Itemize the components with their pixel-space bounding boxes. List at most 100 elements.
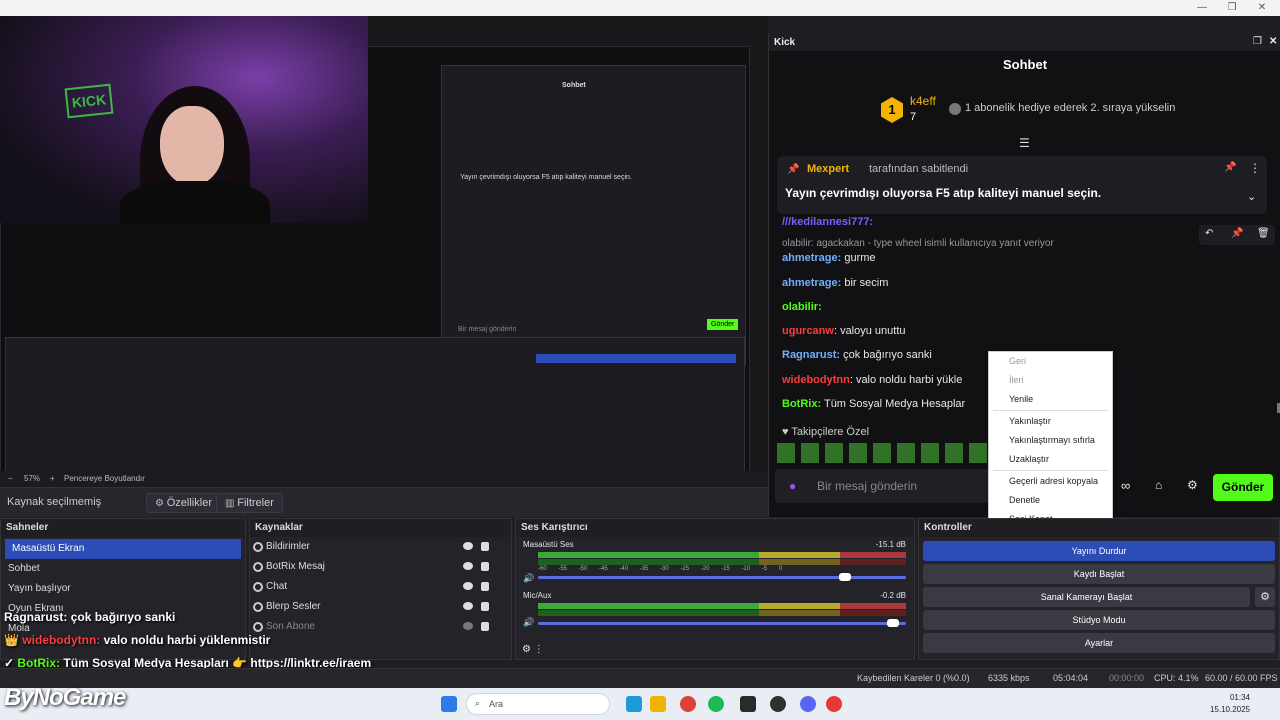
restore-button[interactable]: ❐: [1221, 1, 1243, 15]
record-app-icon[interactable]: [826, 696, 842, 712]
more-icon[interactable]: ⋮: [1249, 161, 1261, 175]
obs-icon[interactable]: [770, 696, 786, 712]
settings-button[interactable]: Ayarlar: [923, 633, 1275, 653]
speaker-icon[interactable]: 🔊: [523, 617, 534, 628]
streamer-body: [120, 181, 270, 223]
filter-icon[interactable]: ☰: [1019, 136, 1030, 150]
close-button[interactable]: ✕: [1251, 1, 1273, 15]
volume-knob[interactable]: [886, 619, 899, 627]
start-recording-button[interactable]: Kaydı Başlat: [923, 564, 1275, 584]
scene-item[interactable]: Yayın başlıyor: [1, 579, 245, 599]
dock-float-icon[interactable]: ❐: [1253, 36, 1262, 47]
chat-title: Sohbet: [1002, 57, 1048, 72]
app-icon[interactable]: [740, 696, 756, 712]
pin-icon: 📌: [787, 164, 800, 175]
unpin-icon[interactable]: 📌: [1224, 162, 1236, 173]
bitrate: 6335 kbps: [988, 673, 1030, 683]
pin-message-icon[interactable]: 📌: [1231, 228, 1243, 239]
clock-date: 15.10.2025: [1209, 705, 1250, 714]
message-actions: ↶ 📌 🗑: [1199, 225, 1275, 245]
fit-window-label[interactable]: Pencereye Boyutlandır: [64, 474, 145, 483]
eye-icon[interactable]: [463, 542, 473, 550]
ctx-forward[interactable]: İleri: [989, 371, 1112, 390]
ctx-zoom-out[interactable]: Uzaklaştır: [989, 450, 1112, 469]
overlay-chat-line: Ragnarust: çok bağırıyo sanki: [4, 610, 176, 624]
source-label: Bildirimler: [266, 541, 310, 552]
pinned-by-suffix: tarafından sabitlendi: [869, 163, 969, 175]
mic-icon[interactable]: ●: [789, 479, 796, 493]
lock-icon[interactable]: [481, 602, 489, 611]
chrome-icon[interactable]: [680, 696, 696, 712]
ctx-zoom-reset[interactable]: Yakınlaştırmayı sıfırla: [989, 431, 1112, 450]
ctx-inspect[interactable]: Denetle: [989, 491, 1112, 510]
nested-obs-docks: [5, 337, 745, 477]
controls-dock: Kontroller Yayını Durdur Kaydı Başlat Sa…: [918, 518, 1280, 660]
scenes-title: Sahneler: [1, 519, 245, 537]
edge-icon[interactable]: [626, 696, 642, 712]
ctx-zoom-in[interactable]: Yakınlaştır: [989, 412, 1112, 431]
reply-context: olabilir: agackakan - type wheel isimli …: [782, 238, 1054, 249]
lock-icon[interactable]: [481, 622, 489, 631]
chat-message: ///kedilannesi777:: [782, 216, 874, 228]
spotify-icon[interactable]: [708, 696, 724, 712]
overlay-chat-line: 👑 widebodytnn: valo noldu harbi yüklenmi…: [4, 633, 271, 647]
source-item[interactable]: BotRix Mesaj: [250, 557, 511, 577]
chat-message: ahmetrage: bir secim: [782, 277, 889, 289]
virtual-camera-settings-icon[interactable]: ⚙: [1255, 587, 1275, 607]
taskbar-search[interactable]: ⌕ Ara: [466, 693, 610, 715]
ctx-back[interactable]: Geri: [989, 352, 1112, 371]
explorer-icon[interactable]: [650, 696, 666, 712]
clock[interactable]: 01:34 15.10.2025: [1210, 692, 1250, 716]
delete-icon[interactable]: 🗑: [1257, 228, 1270, 239]
zoom-minus[interactable]: −: [8, 474, 13, 483]
eye-hidden-icon[interactable]: [463, 622, 473, 630]
mixer-settings-icon[interactable]: ⚙ ⋮: [522, 644, 544, 655]
source-item[interactable]: Son Abone: [250, 617, 511, 637]
preview-canvas[interactable]: Sohbet Yayın çevrimdışı oluyorsa F5 atıp…: [0, 16, 768, 486]
ctx-copy-url[interactable]: Geçerli adresi kopyala: [989, 472, 1112, 491]
ctx-reload[interactable]: Yenile: [989, 390, 1112, 409]
volume-slider[interactable]: [538, 619, 906, 627]
fps: 60.00 / 60.00 FPS: [1205, 673, 1278, 683]
scene-item[interactable]: Masaüstü Ekran: [5, 539, 241, 559]
lock-icon[interactable]: [481, 542, 489, 551]
send-button[interactable]: Gönder: [1213, 474, 1273, 501]
source-label: Blerp Sesler: [266, 601, 321, 612]
properties-button[interactable]: ⚙ Özellikler: [146, 493, 221, 513]
settings-icon[interactable]: ⚙: [1187, 478, 1198, 492]
store-icon[interactable]: ⌂: [1155, 478, 1162, 492]
emote-bar[interactable]: [777, 443, 997, 463]
eye-icon[interactable]: [463, 582, 473, 590]
search-placeholder: Ara: [489, 699, 504, 709]
reply-icon[interactable]: ↶: [1205, 228, 1213, 239]
minimize-button[interactable]: —: [1191, 1, 1213, 15]
source-item[interactable]: Blerp Sesler: [250, 597, 511, 617]
pinned-text: Yayın çevrimdışı oluyorsa F5 atıp kalite…: [785, 186, 1102, 200]
source-item[interactable]: Chat: [250, 577, 511, 597]
link-icon[interactable]: ∞: [1121, 478, 1130, 493]
filters-button[interactable]: ▥ Filtreler: [216, 493, 283, 513]
start-virtual-camera-button[interactable]: Sanal Kamerayı Başlat: [923, 587, 1250, 607]
start-icon[interactable]: [441, 696, 457, 712]
lock-icon[interactable]: [481, 582, 489, 591]
dropped-frames: Kaybedilen Kareler 0 (%0.0): [857, 673, 970, 683]
filters-label: Filtreler: [237, 497, 274, 509]
taskbar: ⌕ Ara 01:34 15.10.2025: [0, 688, 1280, 720]
scene-item[interactable]: Sohbet: [1, 559, 245, 579]
lock-icon[interactable]: [481, 562, 489, 571]
zoom-plus[interactable]: +: [50, 474, 55, 483]
source-item[interactable]: Bildirimler: [250, 537, 511, 557]
stop-stream-button[interactable]: Yayını Durdur: [923, 541, 1275, 561]
kick-dock-header: Kick ❐ ✕: [769, 33, 1280, 51]
chevron-down-icon[interactable]: ⌄: [1247, 190, 1256, 203]
audio-mixer-dock: Ses Karıştırıcı Masaüstü Ses -15.1 dB -6…: [515, 518, 915, 660]
studio-mode-button[interactable]: Stüdyo Modu: [923, 610, 1275, 630]
eye-icon[interactable]: [463, 602, 473, 610]
nested-chat-title: Sohbet: [562, 82, 586, 89]
pinned-by-user: Mexpert: [807, 163, 850, 175]
dock-close-icon[interactable]: ✕: [1269, 36, 1277, 47]
bynogame-logo: ByNoGame: [4, 684, 126, 711]
eye-icon[interactable]: [463, 562, 473, 570]
browser-source-icon: [253, 582, 263, 592]
discord-icon[interactable]: [800, 696, 816, 712]
